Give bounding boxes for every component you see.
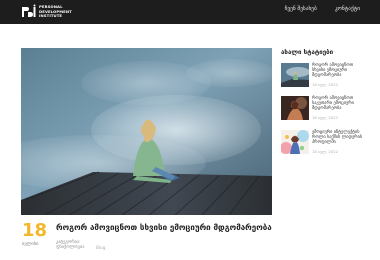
sidebar-post[interactable]: როგორ ამოვიცნოთ სხვისი ემოციური მდგომარე… [281, 63, 365, 93]
sidebar-post-date: 18 ივლ, 2022 [312, 115, 339, 120]
post-date: 18 ივლისი [22, 220, 48, 248]
logo-wordmark: PERSONAL DEVELOPMENT INSTITUTE [39, 4, 72, 19]
sidebar-post-title[interactable]: როგორ ამოვიცნოთ სხვისი ემოციური მდგომარე… [312, 63, 366, 78]
sidebar-post-date: 18 ივლ, 2022 [312, 149, 339, 154]
sidebar-post[interactable]: ემოციური ინტელექტის როლი საქმის ლიდერის … [281, 130, 365, 160]
nav-about[interactable]: ჩვენ შესახებ [285, 6, 317, 12]
sidebar-title: ახალი სტატიები [281, 49, 334, 56]
sidebar-thumbnail[interactable] [281, 63, 309, 87]
site-logo[interactable]: PERSONAL DEVELOPMENT INSTITUTE [20, 3, 90, 21]
logo-line-3: INSTITUTE [39, 13, 63, 19]
sidebar-post-title[interactable]: ემოციური ინტელექტის როლი საქმის ლიდერის … [312, 130, 366, 145]
sidebar-post-date: 18 ივლ, 2022 [312, 82, 339, 87]
sidebar-thumbnail[interactable] [281, 96, 309, 120]
post-meta: კატეგორია: ფსიქოლოგია [56, 240, 84, 251]
sidebar-thumbnail[interactable] [281, 130, 309, 154]
post-date-month: ივლისი [22, 242, 39, 247]
post-title[interactable]: როგორ ამოვიცნოთ სხვისი ემოციური მდგომარე… [56, 223, 272, 233]
featured-image[interactable] [21, 48, 272, 215]
sidebar-post[interactable]: როგორ ამოვიცნოთ საკუთარი ემოციური მდგომა… [281, 96, 365, 126]
main-nav: ჩვენ შესახებ კონტაქტი [285, 6, 360, 12]
nav-contact[interactable]: კონტაქტი [335, 6, 360, 12]
top-navigation-bar: PERSONAL DEVELOPMENT INSTITUTE ჩვენ შესა… [0, 0, 380, 24]
post-meta-category[interactable]: ფსიქოლოგია [56, 245, 84, 250]
post-date-day: 18 [22, 220, 48, 241]
post-meta-extra: Blog [96, 246, 106, 251]
logo-mark [20, 4, 36, 20]
sidebar-post-title[interactable]: როგორ ამოვიცნოთ საკუთარი ემოციური მდგომა… [312, 96, 366, 111]
